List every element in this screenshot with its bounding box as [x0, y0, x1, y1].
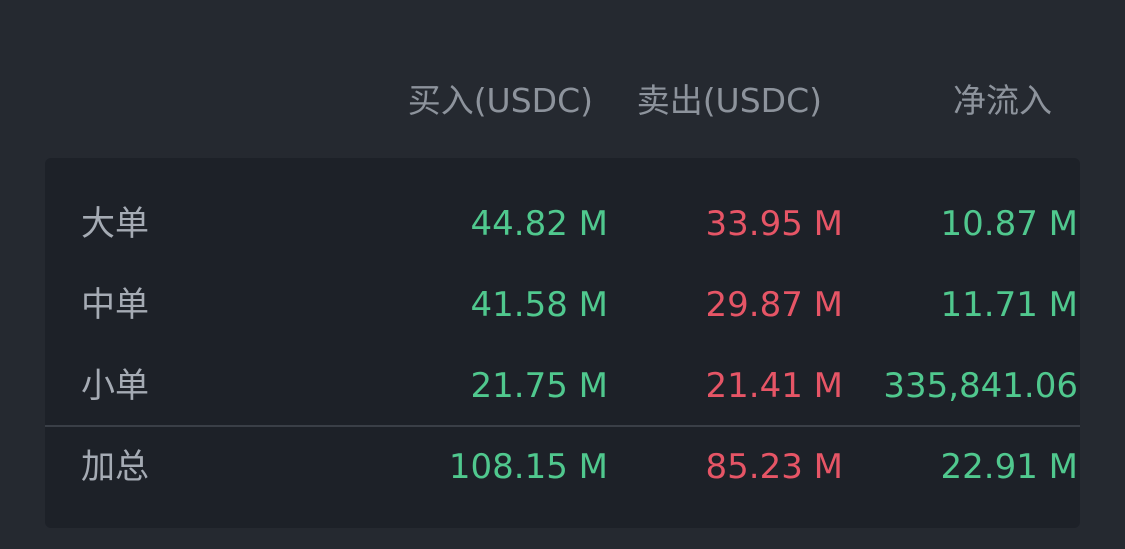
buy-value: 21.75 M: [470, 366, 608, 406]
row-label: 中单: [81, 285, 149, 325]
row-label: 大单: [81, 204, 149, 244]
sell-column-header: 卖出(USDC): [636, 81, 822, 120]
buy-value: 41.58 M: [470, 285, 608, 325]
sell-value: 21.41 M: [705, 366, 843, 406]
total-net-inflow-value: 22.91 M: [940, 447, 1078, 487]
order-flow-table: 大单 44.82 M 33.95 M 10.87 M 中单 41.58 M 29…: [45, 158, 1080, 528]
net-inflow-column-header: 净流入: [953, 81, 1052, 120]
table-header: 买入(USDC) 卖出(USDC) 净流入: [0, 78, 1125, 126]
net-inflow-value: 335,841.06: [883, 366, 1078, 406]
total-sell-value: 85.23 M: [705, 447, 843, 487]
table-row-medium-orders: 中单 41.58 M 29.87 M 11.71 M: [45, 277, 1080, 333]
table-row-total: 加总 108.15 M 85.23 M 22.91 M: [45, 439, 1080, 495]
buy-value: 44.82 M: [470, 204, 608, 244]
table-row-large-orders: 大单 44.82 M 33.95 M 10.87 M: [45, 196, 1080, 252]
total-divider: [45, 425, 1080, 427]
total-label: 加总: [81, 447, 149, 487]
sell-value: 29.87 M: [705, 285, 843, 325]
buy-column-header: 买入(USDC): [407, 81, 593, 120]
sell-value: 33.95 M: [705, 204, 843, 244]
row-label: 小单: [81, 366, 149, 406]
total-buy-value: 108.15 M: [448, 447, 608, 487]
net-inflow-value: 11.71 M: [940, 285, 1078, 325]
table-row-small-orders: 小单 21.75 M 21.41 M 335,841.06: [45, 358, 1080, 414]
net-inflow-value: 10.87 M: [940, 204, 1078, 244]
